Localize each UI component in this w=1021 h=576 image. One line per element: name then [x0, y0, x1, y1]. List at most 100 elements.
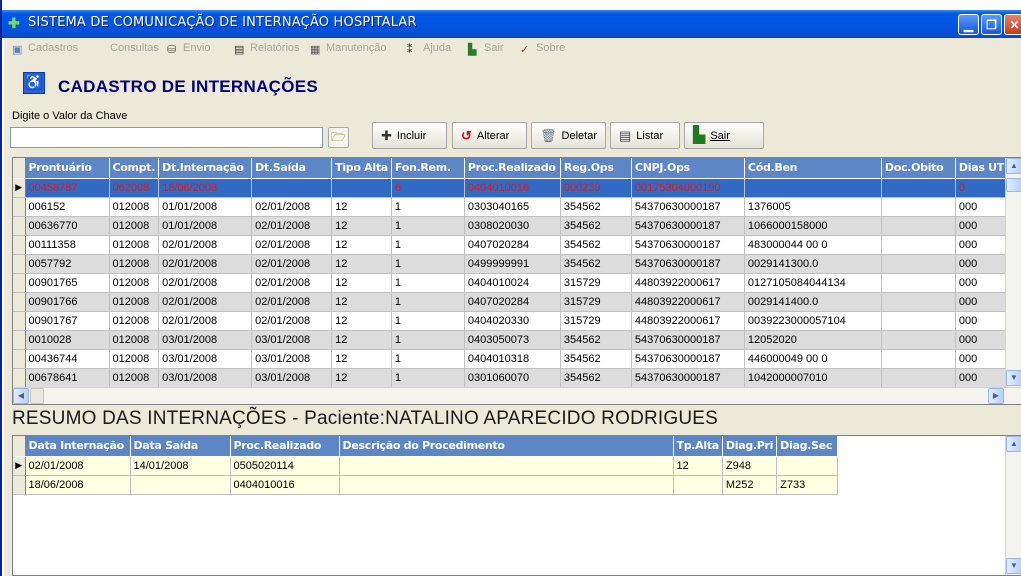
row-indicator[interactable]	[13, 349, 26, 369]
column-header[interactable]: Tipo Alta	[331, 158, 392, 179]
table-cell[interactable]: 0301060070	[464, 368, 561, 388]
table-cell[interactable]: 1066000158000	[744, 216, 882, 236]
table-cell[interactable]: 354562	[560, 235, 632, 255]
table-cell[interactable]: 0010028	[25, 330, 110, 350]
table-cell[interactable]: 14/01/2008	[130, 456, 231, 476]
table-cell[interactable]: 0505020114	[230, 456, 340, 476]
table-cell[interactable]: 483000044 00 0	[744, 235, 882, 255]
column-header[interactable]: Diag.Pri	[722, 436, 778, 457]
listar-button[interactable]: ▤ Listar	[610, 122, 680, 149]
table-row[interactable]: 00636770 012008 01/01/2008 02/01/2008 12 1 030…	[13, 216, 1014, 236]
table-cell[interactable]: 0029141400.0	[744, 292, 882, 312]
table-cell[interactable]: 1	[391, 235, 465, 255]
incluir-button[interactable]: ✚ Incluir	[372, 122, 447, 149]
table-cell[interactable]: 00901767	[25, 311, 110, 331]
table-cell[interactable]: 12	[331, 349, 392, 369]
table-cell[interactable]: 0404020330	[464, 311, 561, 331]
table-cell[interactable]: 0308020030	[464, 216, 561, 236]
table-cell[interactable]: 00175304000190	[631, 178, 745, 198]
menu-envio[interactable]: ⛁ Envio	[167, 42, 211, 56]
table-cell[interactable]: 1	[391, 349, 465, 369]
table-cell[interactable]: 03/01/2008	[251, 368, 333, 388]
table-cell[interactable]	[881, 197, 956, 217]
close-button[interactable]: ✕	[1004, 14, 1021, 35]
table-cell[interactable]: 0499999991	[464, 254, 561, 274]
scroll-right-button[interactable]: ▶	[988, 388, 1004, 404]
table-cell[interactable]: 0404010024	[464, 273, 561, 293]
table-cell[interactable]: 54370630000187	[631, 216, 745, 236]
table-cell[interactable]: 012008	[109, 216, 160, 236]
resumo-grid[interactable]: Data Internação Data Saída Proc.Realizad…	[12, 435, 1021, 576]
table-cell[interactable]: 02/01/2008	[251, 216, 333, 236]
table-cell[interactable]: 000239	[560, 178, 632, 198]
table-cell[interactable]: 18/06/2008	[158, 178, 253, 198]
table-cell[interactable]: 0404010318	[464, 349, 561, 369]
table-cell[interactable]: 03/01/2008	[251, 349, 333, 369]
alterar-button[interactable]: ↺ Alterar	[452, 122, 527, 149]
table-cell[interactable]: 02/01/2008	[251, 197, 333, 217]
row-indicator[interactable]	[13, 254, 26, 274]
table-row[interactable]: 00901766 012008 02/01/2008 02/01/2008 12 1 040…	[13, 292, 1014, 312]
column-header[interactable]: Data Internação	[25, 436, 131, 457]
table-cell[interactable]: 315729	[560, 311, 632, 331]
table-cell[interactable]: 1376005	[744, 197, 882, 217]
row-indicator[interactable]	[13, 330, 26, 350]
table-cell[interactable]: 012008	[109, 368, 160, 388]
table-cell[interactable]	[881, 273, 956, 293]
table-cell[interactable]: 1	[391, 216, 465, 236]
table-cell[interactable]: 01/01/2008	[158, 216, 253, 236]
table-cell[interactable]: 12	[331, 292, 392, 312]
table-cell[interactable]: 54370630000187	[631, 235, 745, 255]
table-cell[interactable]: 12	[331, 273, 392, 293]
table-row[interactable]: 00436744 012008 03/01/2008 03/01/2008 12 1 040…	[13, 349, 1014, 369]
table-cell[interactable]: 012008	[109, 292, 160, 312]
sair-button[interactable]: ▙ Sair	[684, 122, 764, 149]
table-cell[interactable]: 1	[391, 368, 465, 388]
table-cell[interactable]: 6	[391, 178, 465, 198]
table-cell[interactable]: 12052020	[744, 330, 882, 350]
table-cell[interactable]: 12	[331, 311, 392, 331]
row-indicator[interactable]	[13, 292, 26, 312]
column-header[interactable]: Doc.Obito	[881, 158, 956, 179]
column-header[interactable]: Compt.	[109, 158, 160, 179]
column-header[interactable]: Proc.Realizado	[464, 158, 561, 179]
table-cell[interactable]: 0029141300.0	[744, 254, 882, 274]
table-cell[interactable]: 00901766	[25, 292, 110, 312]
table-cell[interactable]: 354562	[560, 254, 632, 274]
menu-ajuda[interactable]: ⁑ Ajuda	[407, 42, 451, 56]
table-cell[interactable]: 0407020284	[464, 235, 561, 255]
table-cell[interactable]: 03/01/2008	[158, 349, 253, 369]
table-cell[interactable]	[881, 349, 956, 369]
table-cell[interactable]: 00111358	[25, 235, 110, 255]
table-row[interactable]: 00111358 012008 02/01/2008 02/01/2008 12 1 040…	[13, 235, 1014, 255]
scroll-hthumb[interactable]	[30, 388, 44, 404]
table-cell[interactable]: 1042000007010	[744, 368, 882, 388]
internacoes-grid[interactable]: Prontuário Compt. Dt.Internação Dt.Saída…	[12, 157, 1021, 405]
summary-vertical-scrollbar[interactable]: ▲ ▼	[1005, 436, 1021, 575]
table-row[interactable]: 0057792 012008 02/01/2008 02/01/2008 12 1 0499…	[13, 254, 1014, 274]
table-cell[interactable]: 012008	[109, 254, 160, 274]
table-cell[interactable]: 18/06/2008	[25, 475, 131, 495]
menu-relatorios[interactable]: ▤ Relatórios	[234, 42, 300, 56]
table-cell[interactable]: 12	[331, 235, 392, 255]
table-cell[interactable]	[881, 178, 956, 198]
table-cell[interactable]: 00678641	[25, 368, 110, 388]
table-cell[interactable]: 54370630000187	[631, 349, 745, 369]
table-cell[interactable]: 012008	[109, 311, 160, 331]
scroll-left-button[interactable]: ◀	[13, 388, 29, 404]
table-cell[interactable]	[881, 330, 956, 350]
table-row[interactable]: 00678641 012008 03/01/2008 03/01/2008 12 1 030…	[13, 368, 1014, 388]
table-cell[interactable]: 012008	[109, 235, 160, 255]
maximize-button[interactable]: ❐	[981, 14, 1002, 35]
table-cell[interactable]: 446000049 00 0	[744, 349, 882, 369]
table-row[interactable]: 006152 012008 01/01/2008 02/01/2008 12 1 03030…	[13, 197, 1014, 217]
table-cell[interactable]: 54370630000187	[631, 368, 745, 388]
table-cell[interactable]: 1	[391, 254, 465, 274]
table-row[interactable]: 0010028 012008 03/01/2008 03/01/2008 12 1 0403…	[13, 330, 1014, 350]
table-cell[interactable]: 354562	[560, 197, 632, 217]
table-cell[interactable]: 02/01/2008	[251, 235, 333, 255]
table-cell[interactable]	[130, 475, 231, 495]
table-cell[interactable]: 12	[331, 254, 392, 274]
horizontal-scrollbar[interactable]: ◀ ▶	[13, 387, 1021, 404]
table-cell[interactable]: 02/01/2008	[158, 292, 253, 312]
